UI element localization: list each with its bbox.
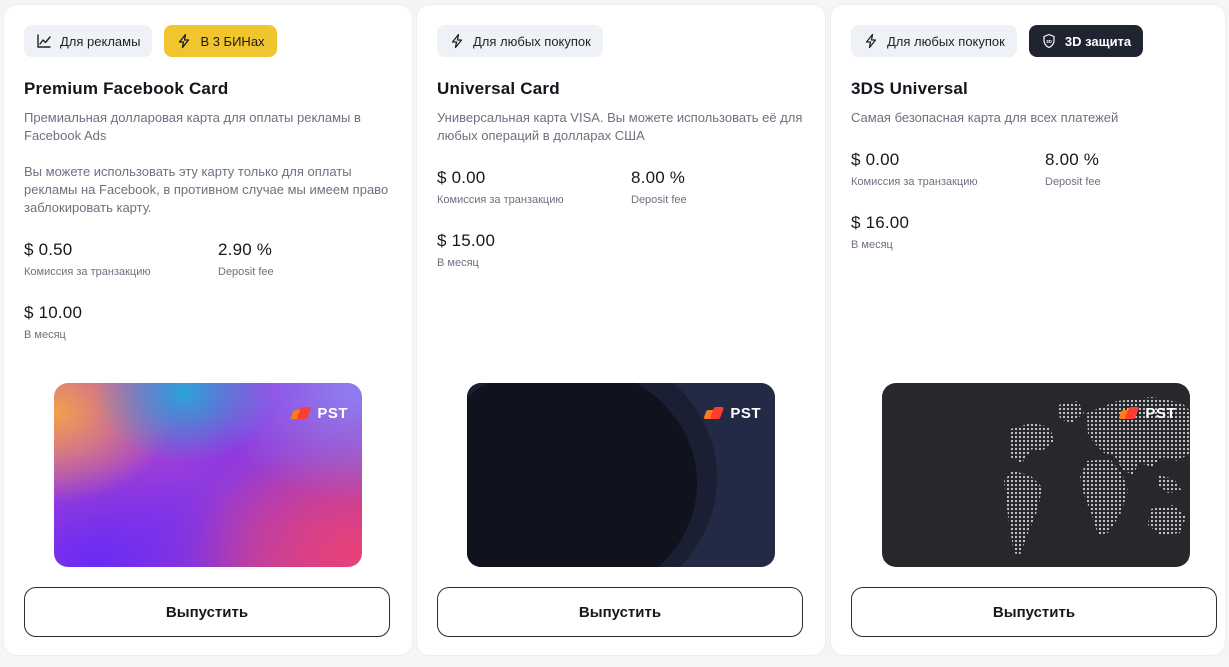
pst-logo-mark	[1118, 406, 1142, 421]
pst-logo: PST	[1118, 405, 1176, 422]
product-card-premium-facebook: Для рекламы В 3 БИНах Premium Facebook C…	[3, 4, 413, 656]
product-card-3ds-universal: Для любых покупок 3D 3D защита 3DS Unive…	[830, 4, 1226, 656]
card-tags: Для любых покупок 3D 3D защита	[851, 25, 1144, 57]
lightning-icon	[865, 33, 877, 49]
issue-card-button[interactable]: Выпустить	[851, 587, 1217, 637]
monthly-fee-label: В месяц	[437, 257, 479, 269]
pst-logo-mark	[290, 406, 314, 421]
tag-3-bins: В 3 БИНах	[164, 25, 277, 57]
monthly-fee: $ 16.00 В месяц	[851, 213, 909, 251]
transaction-fee-label: Комиссия за транзакцию	[24, 266, 151, 278]
lightning-icon	[451, 33, 463, 49]
tag-3d-secure: 3D 3D защита	[1028, 25, 1144, 57]
transaction-fee-value: $ 0.50	[24, 240, 73, 259]
deposit-fee-label: Deposit fee	[218, 266, 274, 278]
monthly-fee: $ 10.00 В месяц	[24, 303, 82, 341]
tag-label: Для любых покупок	[473, 33, 591, 49]
lightning-icon	[179, 33, 190, 49]
deposit-fee-value: 2.90 %	[218, 240, 273, 259]
pst-logo: PST	[703, 405, 761, 422]
tag-any-purchases: Для любых покупок	[851, 25, 1017, 57]
monthly-fee-value: $ 16.00	[851, 213, 910, 232]
transaction-fee: $ 0.50 Комиссия за транзакцию	[24, 240, 151, 278]
tag-any-purchases: Для любых покупок	[437, 25, 603, 57]
card-title: 3DS Universal	[851, 79, 968, 98]
card-description: Универсальная карта VISA. Вы можете испо…	[437, 110, 803, 143]
issue-card-button[interactable]: Выпустить	[24, 587, 390, 637]
card-description: Самая безопасная карта для всех платежей	[851, 110, 1119, 125]
deposit-fee: 8.00 % Deposit fee	[631, 168, 687, 206]
deposit-fee-value: 8.00 %	[631, 168, 686, 187]
transaction-fee: $ 0.00 Комиссия за транзакцию	[437, 168, 564, 206]
transaction-fee: $ 0.00 Комиссия за транзакцию	[851, 150, 978, 188]
card-title: Universal Card	[437, 79, 560, 98]
deposit-fee-label: Deposit fee	[631, 194, 687, 206]
pst-logo-text: PST	[1145, 405, 1176, 422]
svg-text:3D: 3D	[1046, 39, 1053, 44]
monthly-fee-value: $ 10.00	[24, 303, 83, 322]
monthly-fee-label: В месяц	[24, 329, 66, 341]
transaction-fee-value: $ 0.00	[851, 150, 900, 169]
card-ellipse-inner	[467, 383, 697, 567]
pst-logo-text: PST	[730, 405, 761, 422]
transaction-fee-label: Комиссия за транзакцию	[437, 194, 564, 206]
tag-label: 3D защита	[1064, 33, 1132, 49]
card-title: Premium Facebook Card	[24, 79, 229, 98]
pst-logo-text: PST	[317, 405, 348, 422]
trending-up-icon	[37, 34, 51, 48]
card-tags: Для рекламы В 3 БИНах	[24, 25, 277, 57]
deposit-fee-label: Deposit fee	[1045, 176, 1101, 188]
deposit-fee-value: 8.00 %	[1045, 150, 1100, 169]
transaction-fee-value: $ 0.00	[437, 168, 486, 187]
card-tags: Для любых покупок	[437, 25, 603, 57]
pst-logo-mark	[703, 406, 727, 421]
card-description-warning: Вы можете использовать эту карту только …	[24, 164, 389, 215]
pst-logo: PST	[290, 405, 348, 422]
tag-label: Для рекламы	[60, 33, 141, 49]
tag-label: Для любых покупок	[887, 33, 1005, 49]
card-image-world-map: PST	[882, 383, 1190, 567]
deposit-fee: 2.90 % Deposit fee	[218, 240, 274, 278]
monthly-fee: $ 15.00 В месяц	[437, 231, 495, 269]
issue-card-button[interactable]: Выпустить	[437, 587, 803, 637]
tag-label: В 3 БИНах	[200, 33, 265, 49]
shield-3d-icon: 3D	[1043, 33, 1055, 49]
monthly-fee-label: В месяц	[851, 239, 893, 251]
card-description: Премиальная долларовая карта для оплаты …	[24, 110, 361, 143]
card-image-dark-navy: PST	[467, 383, 775, 567]
card-image-gradient: PST	[54, 383, 362, 567]
tag-for-ads: Для рекламы	[24, 25, 153, 57]
transaction-fee-label: Комиссия за транзакцию	[851, 176, 978, 188]
product-card-universal: Для любых покупок Universal Card Универс…	[416, 4, 826, 656]
monthly-fee-value: $ 15.00	[437, 231, 496, 250]
deposit-fee: 8.00 % Deposit fee	[1045, 150, 1101, 188]
